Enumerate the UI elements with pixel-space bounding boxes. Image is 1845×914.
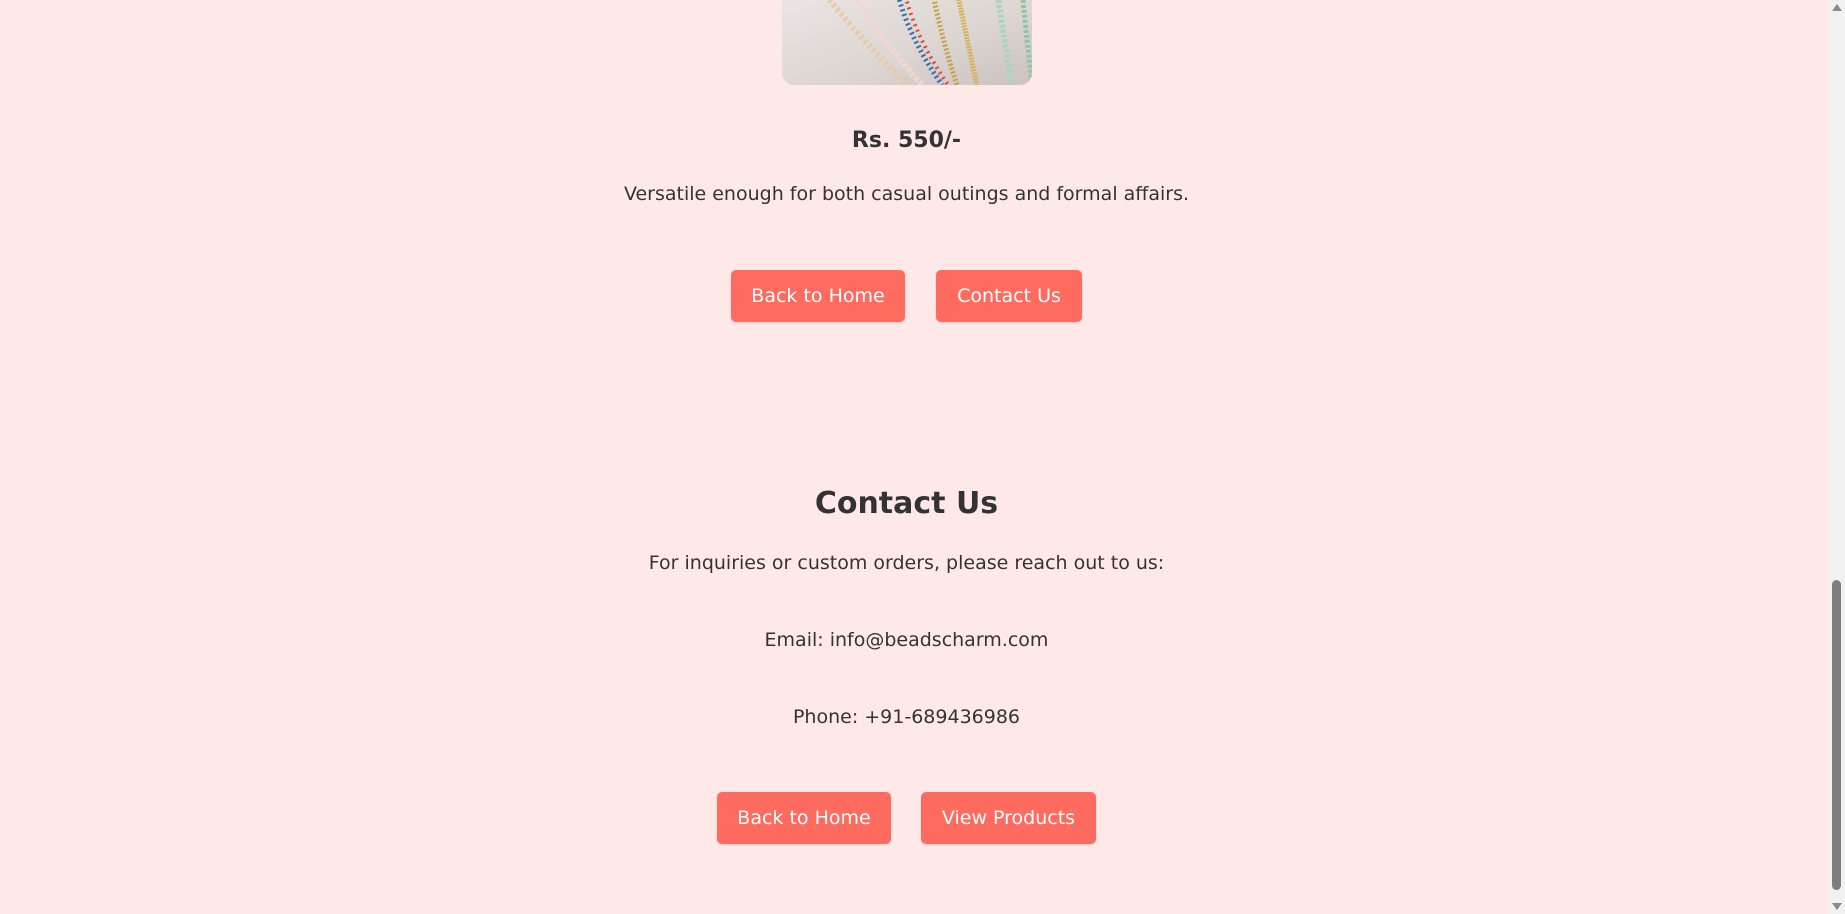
back-to-home-button[interactable]: Back to Home bbox=[731, 270, 905, 322]
contact-heading: Contact Us bbox=[814, 486, 999, 521]
view-products-button[interactable]: View Products bbox=[921, 792, 1096, 844]
product-description: Versatile enough for both casual outings… bbox=[623, 183, 1190, 205]
scrollbar-thumb[interactable] bbox=[1832, 580, 1841, 890]
back-to-home-button-footer[interactable]: Back to Home bbox=[717, 792, 891, 844]
scroll-up-arrow-icon[interactable] bbox=[1832, 4, 1842, 11]
contact-intro: For inquiries or custom orders, please r… bbox=[648, 552, 1165, 574]
necklaces-photo bbox=[782, 0, 1032, 85]
product-image bbox=[782, 0, 1032, 85]
product-price: Rs. 550/- bbox=[851, 128, 962, 153]
page: Rs. 550/- Versatile enough for both casu… bbox=[0, 0, 1828, 914]
contact-phone: Phone: +91-689436986 bbox=[792, 706, 1021, 728]
vertical-scrollbar[interactable] bbox=[1828, 0, 1845, 914]
scroll-down-arrow-icon[interactable] bbox=[1832, 903, 1842, 910]
contact-us-button[interactable]: Contact Us bbox=[936, 270, 1082, 322]
contact-email: Email: info@beadscharm.com bbox=[764, 629, 1049, 651]
